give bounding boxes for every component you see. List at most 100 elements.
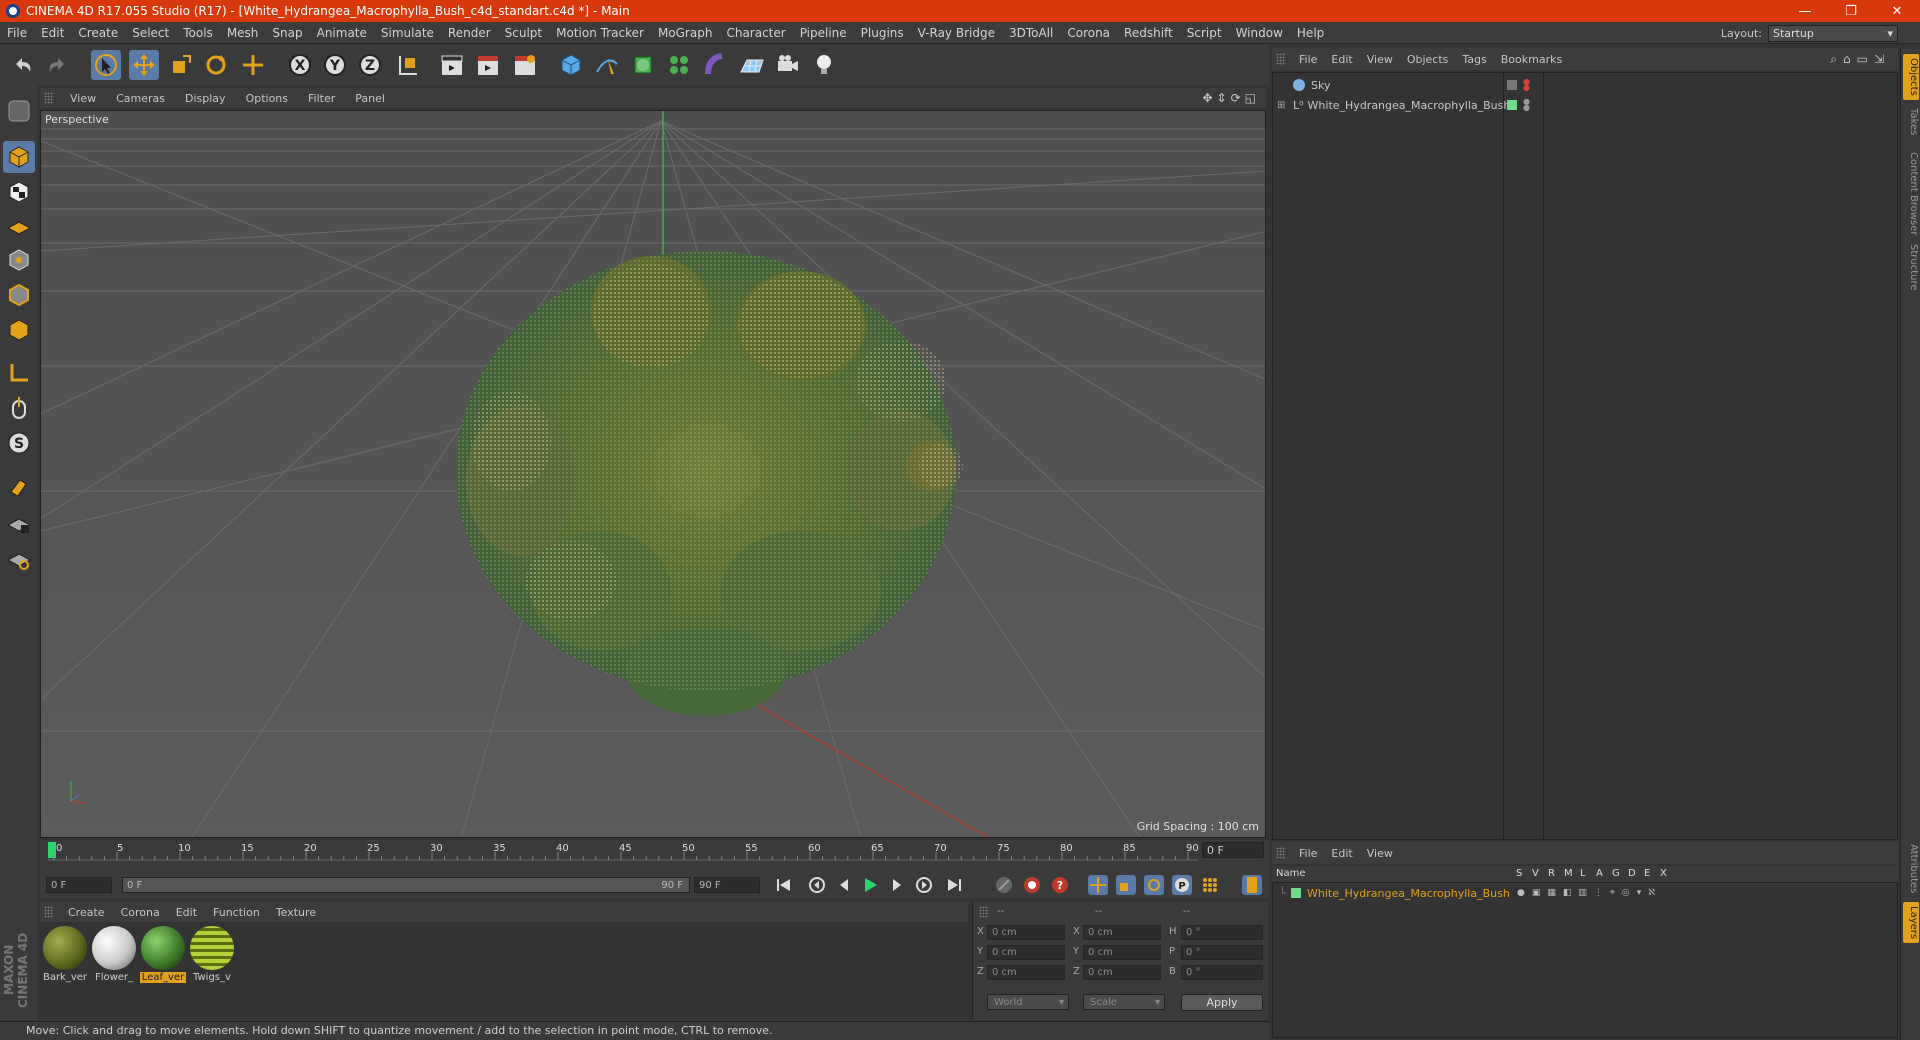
rotation-b-field[interactable]: 0 ° bbox=[1181, 965, 1263, 980]
edges-mode-button[interactable] bbox=[3, 279, 35, 311]
move-tool-button[interactable] bbox=[129, 50, 159, 80]
edit-render-settings-button[interactable] bbox=[510, 50, 540, 80]
viewport-menu-display[interactable]: Display bbox=[175, 92, 236, 105]
size-x-field[interactable]: 0 cm bbox=[1083, 925, 1161, 940]
points-mode-button[interactable] bbox=[3, 244, 35, 276]
last-tool-button[interactable] bbox=[238, 50, 268, 80]
timeline-window-button[interactable] bbox=[1240, 874, 1264, 896]
undo-button[interactable] bbox=[8, 50, 38, 80]
menu-create[interactable]: Create bbox=[71, 26, 125, 40]
subdivision-surface-button[interactable] bbox=[628, 50, 658, 80]
menu-select[interactable]: Select bbox=[125, 26, 176, 40]
planar-workplane-button[interactable] bbox=[3, 543, 35, 575]
autokeying-button[interactable] bbox=[1020, 874, 1044, 896]
objects-menu-tags[interactable]: Tags bbox=[1455, 53, 1493, 66]
menu-pipeline[interactable]: Pipeline bbox=[793, 26, 854, 40]
layout-dropdown[interactable]: Startup ▾ bbox=[1768, 24, 1898, 42]
position-y-field[interactable]: 0 cm bbox=[987, 945, 1065, 960]
go-to-end-button[interactable] bbox=[942, 874, 966, 896]
size-y-field[interactable]: 0 cm bbox=[1083, 945, 1161, 960]
close-button[interactable]: ✕ bbox=[1874, 4, 1920, 19]
make-editable-button[interactable] bbox=[3, 95, 35, 127]
record-active-objects-button[interactable] bbox=[992, 874, 1016, 896]
layer-flags-icons[interactable]: ●▣▦◧▥⋮⌖◎▾ℵ bbox=[1517, 888, 1662, 898]
point-level-animation-button[interactable] bbox=[1198, 874, 1222, 896]
layers-menu-file[interactable]: File bbox=[1292, 847, 1324, 860]
objects-menu-objects[interactable]: Objects bbox=[1400, 53, 1456, 66]
viewport-navigation-icons[interactable]: ✥⇕⟳◱ bbox=[1202, 91, 1266, 105]
menu-mesh[interactable]: Mesh bbox=[220, 26, 266, 40]
menu-motion-tracker[interactable]: Motion Tracker bbox=[549, 26, 651, 40]
viewport-menu-panel[interactable]: Panel bbox=[345, 92, 395, 105]
z-axis-lock-button[interactable]: Z bbox=[355, 50, 385, 80]
coordinate-space-dropdown[interactable]: World ▾ bbox=[987, 994, 1069, 1010]
layers-menu-view[interactable]: View bbox=[1360, 847, 1400, 860]
polygons-mode-button[interactable] bbox=[3, 314, 35, 346]
locked-workplane-button[interactable] bbox=[3, 508, 35, 540]
workplane-mode-button[interactable] bbox=[3, 209, 35, 241]
size-mode-dropdown[interactable]: Scale ▾ bbox=[1083, 994, 1165, 1010]
scale-track-button[interactable] bbox=[1114, 874, 1138, 896]
menu-mograph[interactable]: MoGraph bbox=[651, 26, 720, 40]
material-menu-edit[interactable]: Edit bbox=[168, 906, 205, 919]
material-menu-function[interactable]: Function bbox=[205, 906, 268, 919]
menu-simulate[interactable]: Simulate bbox=[374, 26, 441, 40]
apply-button[interactable]: Apply bbox=[1181, 994, 1263, 1011]
minimize-button[interactable]: — bbox=[1782, 4, 1828, 19]
array-mograph-button[interactable] bbox=[664, 50, 694, 80]
viewport-menu-filter[interactable]: Filter bbox=[298, 92, 345, 105]
tab-objects[interactable]: Objects bbox=[1903, 54, 1919, 100]
material-swatch[interactable]: Flower_ bbox=[91, 926, 137, 983]
keyframe-selection-button[interactable]: ? bbox=[1048, 874, 1072, 896]
deformer-button[interactable] bbox=[700, 50, 730, 80]
menu-vray-bridge[interactable]: V-Ray Bridge bbox=[911, 26, 1002, 40]
texture-mode-button[interactable] bbox=[3, 176, 35, 208]
menu-corona[interactable]: Corona bbox=[1060, 26, 1117, 40]
object-row-hydrangea[interactable]: ⊞ L⁰ White_Hydrangea_Macrophylla_Bush ● ● bbox=[1273, 95, 1899, 115]
menu-render[interactable]: Render bbox=[441, 26, 498, 40]
objects-menu-edit[interactable]: Edit bbox=[1324, 53, 1359, 66]
parameter-track-button[interactable]: P bbox=[1170, 874, 1194, 896]
scale-tool-button[interactable] bbox=[166, 50, 196, 80]
preview-range-slider[interactable]: 0 F 90 F bbox=[122, 877, 690, 893]
viewport-menu-cameras[interactable]: Cameras bbox=[106, 92, 175, 105]
material-menu-create[interactable]: Create bbox=[60, 906, 113, 919]
previous-key-button[interactable] bbox=[805, 874, 829, 896]
3d-viewport[interactable]: Perspective Grid Spacing : 100 cm bbox=[40, 110, 1266, 838]
snapping-button[interactable]: S bbox=[3, 427, 35, 459]
menu-script[interactable]: Script bbox=[1180, 26, 1229, 40]
start-frame-field[interactable]: 0 F bbox=[46, 877, 112, 893]
visibility-dots-icon[interactable]: ● ● bbox=[1523, 98, 1530, 112]
play-button[interactable] bbox=[858, 874, 882, 896]
menu-window[interactable]: Window bbox=[1229, 26, 1290, 40]
render-to-picture-viewer-button[interactable] bbox=[473, 50, 503, 80]
layer-row[interactable]: └ White_Hydrangea_Macrophylla_Bush ●▣▦◧▥… bbox=[1273, 885, 1899, 901]
material-swatch[interactable]: Bark_ver bbox=[42, 926, 88, 983]
material-swatch[interactable]: Leaf_ver bbox=[140, 926, 186, 983]
end-frame-field[interactable]: 90 F bbox=[694, 877, 760, 893]
redo-button[interactable] bbox=[42, 50, 72, 80]
menu-file[interactable]: File bbox=[0, 26, 34, 40]
object-row-sky[interactable]: Sky ● ● bbox=[1273, 75, 1899, 95]
objects-menu-bookmarks[interactable]: Bookmarks bbox=[1494, 53, 1569, 66]
current-frame-field[interactable]: 0 F bbox=[1202, 842, 1264, 858]
layers-menu-edit[interactable]: Edit bbox=[1324, 847, 1359, 860]
tab-attributes[interactable]: Attributes bbox=[1903, 840, 1919, 897]
rotation-h-field[interactable]: 0 ° bbox=[1181, 925, 1263, 940]
tweak-mode-button[interactable] bbox=[3, 392, 35, 424]
object-manager-tool-icons[interactable]: ⌕⌂▭⇲ bbox=[1830, 52, 1898, 67]
layer-color-swatch[interactable] bbox=[1291, 888, 1301, 898]
menu-redshift[interactable]: Redshift bbox=[1117, 26, 1180, 40]
floor-button[interactable] bbox=[737, 50, 767, 80]
rotation-track-button[interactable] bbox=[1142, 874, 1166, 896]
menu-sculpt[interactable]: Sculpt bbox=[498, 26, 549, 40]
light-button[interactable] bbox=[809, 50, 839, 80]
model-mode-button[interactable] bbox=[3, 141, 35, 173]
menu-animate[interactable]: Animate bbox=[310, 26, 374, 40]
position-z-field[interactable]: 0 cm bbox=[987, 965, 1065, 980]
next-key-button[interactable] bbox=[912, 874, 936, 896]
live-selection-tool-button[interactable] bbox=[91, 50, 121, 80]
y-axis-lock-button[interactable]: Y bbox=[320, 50, 350, 80]
menu-help[interactable]: Help bbox=[1290, 26, 1331, 40]
tab-takes[interactable]: Takes bbox=[1903, 104, 1919, 139]
